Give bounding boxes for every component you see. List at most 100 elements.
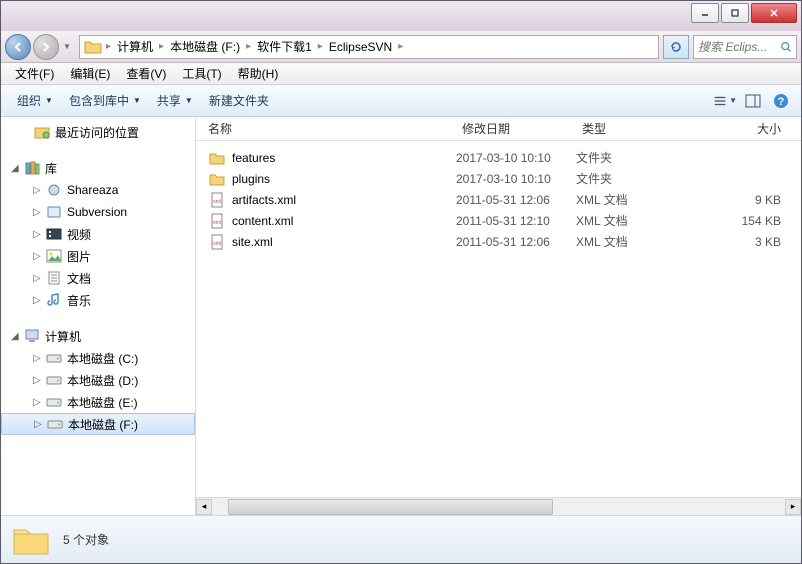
file-row[interactable]: features2017-03-10 10:10文件夹 bbox=[196, 147, 801, 168]
sidebar-item-library[interactable]: ▷文档 bbox=[1, 267, 195, 289]
file-row[interactable]: xmlartifacts.xml2011-05-31 12:06XML 文档9 … bbox=[196, 189, 801, 210]
search-icon bbox=[780, 40, 792, 54]
help-button[interactable]: ? bbox=[769, 89, 793, 113]
organize-button[interactable]: 组织▼ bbox=[9, 88, 61, 113]
file-date: 2017-03-10 10:10 bbox=[456, 151, 576, 165]
chevron-right-icon[interactable]: ▸ bbox=[396, 41, 405, 52]
sidebar-item-library[interactable]: ▷Shareaza bbox=[1, 179, 195, 201]
menu-tools[interactable]: 工具(T) bbox=[174, 63, 229, 84]
scroll-thumb[interactable] bbox=[228, 499, 553, 515]
include-in-library-button[interactable]: 包含到库中▼ bbox=[61, 88, 149, 113]
file-name: features bbox=[232, 151, 275, 165]
maximize-button[interactable] bbox=[721, 3, 749, 23]
sidebar-label: 计算机 bbox=[45, 328, 81, 345]
sidebar-item-drive[interactable]: ▷ 本地磁盘 (D:) bbox=[1, 369, 195, 391]
scroll-track[interactable] bbox=[228, 499, 769, 515]
nav-history-dropdown[interactable]: ▼ bbox=[61, 36, 73, 58]
sidebar-item-library[interactable]: ▷Subversion bbox=[1, 201, 195, 223]
menu-help[interactable]: 帮助(H) bbox=[230, 63, 287, 84]
sidebar-item-library[interactable]: ▷ 图片 bbox=[1, 245, 195, 267]
file-row[interactable]: xmlsite.xml2011-05-31 12:06XML 文档3 KB bbox=[196, 231, 801, 252]
scroll-right-button[interactable]: ▸ bbox=[785, 499, 801, 515]
expand-icon[interactable]: ▷ bbox=[33, 397, 45, 408]
view-mode-button[interactable]: ▼ bbox=[713, 89, 737, 113]
breadcrumb-segment[interactable]: 软件下载1 bbox=[253, 38, 316, 55]
expand-icon[interactable]: ▷ bbox=[33, 185, 45, 196]
file-row[interactable]: xmlcontent.xml2011-05-31 12:10XML 文档154 … bbox=[196, 210, 801, 231]
chevron-right-icon[interactable]: ▸ bbox=[104, 41, 113, 52]
scroll-left-button[interactable]: ◂ bbox=[196, 499, 212, 515]
folder-icon bbox=[208, 150, 226, 166]
sidebar-item-drive[interactable]: ▷本地磁盘 (C:) bbox=[1, 347, 195, 369]
library-icon bbox=[45, 204, 63, 220]
column-header-name[interactable]: 名称 bbox=[196, 120, 456, 137]
menu-edit[interactable]: 编辑(E) bbox=[62, 63, 118, 84]
sidebar-label: 库 bbox=[45, 160, 57, 177]
breadcrumb-segment[interactable]: 计算机 bbox=[113, 38, 157, 55]
expand-icon[interactable]: ▷ bbox=[33, 353, 45, 364]
folder-icon bbox=[208, 171, 226, 187]
sidebar-item-library[interactable]: ▷音乐 bbox=[1, 289, 195, 311]
expand-icon[interactable]: ▷ bbox=[33, 295, 45, 306]
expand-icon[interactable]: ▷ bbox=[34, 419, 46, 430]
expand-icon[interactable]: ▷ bbox=[33, 273, 45, 284]
forward-button[interactable] bbox=[33, 34, 59, 60]
expand-icon[interactable]: ▷ bbox=[33, 229, 45, 240]
file-name: site.xml bbox=[232, 235, 273, 249]
sidebar-item-recent[interactable]: 最近访问的位置 bbox=[1, 121, 195, 143]
file-row[interactable]: plugins2017-03-10 10:10文件夹 bbox=[196, 168, 801, 189]
column-header-date[interactable]: 修改日期 bbox=[456, 120, 576, 137]
chevron-right-icon[interactable]: ▸ bbox=[244, 41, 253, 52]
sidebar-label: 本地磁盘 (F:) bbox=[68, 416, 138, 433]
file-list[interactable]: features2017-03-10 10:10文件夹plugins2017-0… bbox=[196, 141, 801, 497]
libraries-icon bbox=[23, 160, 41, 176]
menubar: 文件(F) 编辑(E) 查看(V) 工具(T) 帮助(H) bbox=[1, 63, 801, 85]
svg-text:xml: xml bbox=[213, 199, 221, 205]
drive-icon bbox=[45, 372, 63, 388]
chevron-right-icon[interactable]: ▸ bbox=[316, 41, 325, 52]
sidebar-item-drive[interactable]: ▷ 本地磁盘 (F:) bbox=[1, 413, 195, 435]
navigation-pane[interactable]: 最近访问的位置 ◢ 库 ▷Shareaza▷Subversion▷视频▷图片▷文… bbox=[1, 117, 196, 515]
column-header-size[interactable]: 大小 bbox=[676, 120, 801, 137]
minimize-button[interactable] bbox=[691, 3, 719, 23]
preview-pane-button[interactable] bbox=[741, 89, 765, 113]
sidebar-item-libraries[interactable]: ◢ 库 bbox=[1, 157, 195, 179]
expand-icon[interactable]: ▷ bbox=[33, 251, 45, 262]
column-header-type[interactable]: 类型 bbox=[576, 120, 676, 137]
breadcrumb-segment[interactable]: EclipseSVN bbox=[325, 40, 396, 54]
breadcrumb-segment[interactable]: 本地磁盘 (F:) bbox=[166, 38, 244, 55]
titlebar bbox=[1, 1, 801, 31]
library-icon bbox=[45, 248, 63, 264]
chevron-right-icon[interactable]: ▸ bbox=[157, 41, 166, 52]
collapse-icon[interactable]: ◢ bbox=[11, 163, 23, 174]
navbar: ▼ ▸ 计算机 ▸ 本地磁盘 (F:) ▸ 软件下载1 ▸ EclipseSVN… bbox=[1, 31, 801, 63]
folder-large-icon bbox=[11, 522, 51, 558]
file-date: 2011-05-31 12:06 bbox=[456, 193, 576, 207]
search-input[interactable] bbox=[698, 40, 780, 54]
sidebar-item-drive[interactable]: ▷本地磁盘 (E:) bbox=[1, 391, 195, 413]
file-name: plugins bbox=[232, 172, 270, 186]
refresh-button[interactable] bbox=[663, 35, 689, 59]
back-button[interactable] bbox=[5, 34, 31, 60]
file-size: 154 KB bbox=[676, 214, 801, 228]
new-folder-button[interactable]: 新建文件夹 bbox=[201, 88, 277, 113]
breadcrumb[interactable]: ▸ 计算机 ▸ 本地磁盘 (F:) ▸ 软件下载1 ▸ EclipseSVN ▸ bbox=[79, 35, 659, 59]
sidebar-item-library[interactable]: ▷视频 bbox=[1, 223, 195, 245]
file-date: 2011-05-31 12:10 bbox=[456, 214, 576, 228]
svg-text:?: ? bbox=[778, 96, 785, 108]
collapse-icon[interactable]: ◢ bbox=[11, 331, 23, 342]
search-box[interactable] bbox=[693, 35, 797, 59]
file-name: content.xml bbox=[232, 214, 293, 228]
close-button[interactable] bbox=[751, 3, 797, 23]
file-size: 9 KB bbox=[676, 193, 801, 207]
expand-icon[interactable]: ▷ bbox=[33, 375, 45, 386]
expand-icon[interactable]: ▷ bbox=[33, 207, 45, 218]
sidebar-item-computer[interactable]: ◢ 计算机 bbox=[1, 325, 195, 347]
horizontal-scrollbar[interactable]: ◂ ▸ bbox=[196, 497, 801, 515]
share-button[interactable]: 共享▼ bbox=[149, 88, 201, 113]
menu-view[interactable]: 查看(V) bbox=[118, 63, 174, 84]
sidebar-label: 图片 bbox=[67, 248, 91, 265]
xml-file-icon: xml bbox=[208, 234, 226, 250]
sidebar-label: 本地磁盘 (D:) bbox=[67, 372, 138, 389]
menu-file[interactable]: 文件(F) bbox=[7, 63, 62, 84]
